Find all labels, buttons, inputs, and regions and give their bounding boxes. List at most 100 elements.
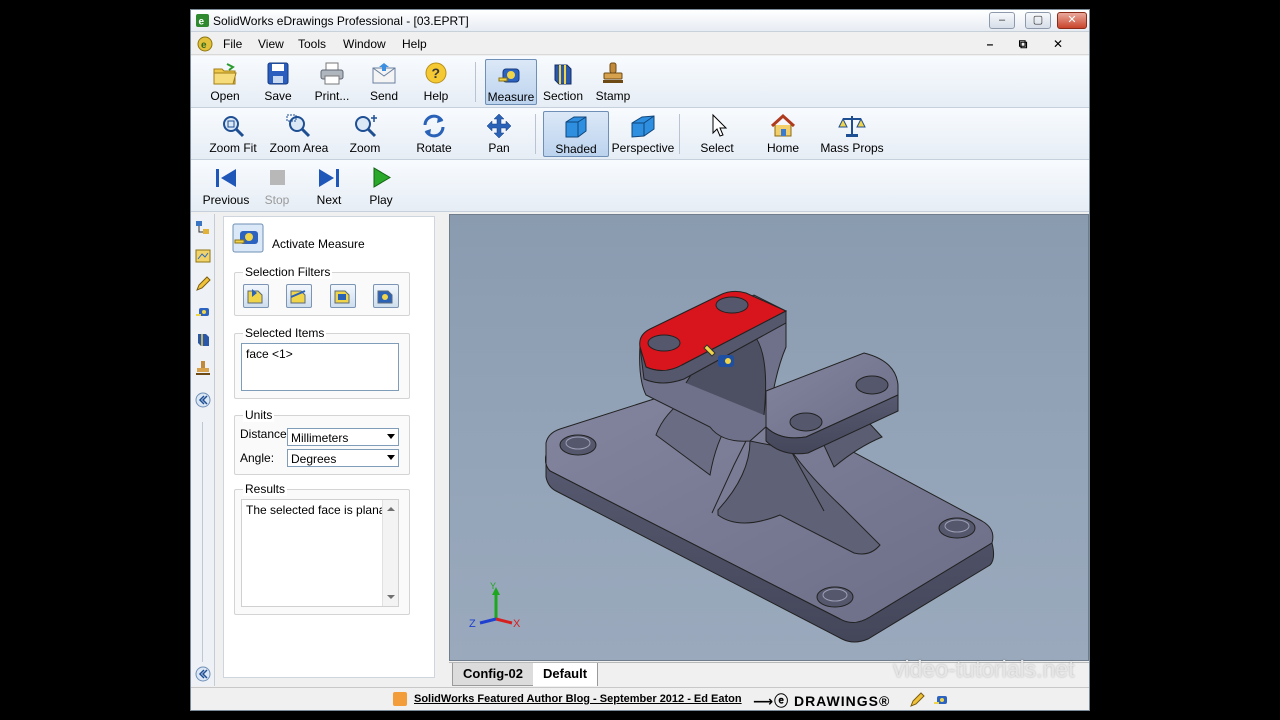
- activate-measure-icon[interactable]: [232, 223, 264, 253]
- stop-icon: [270, 170, 285, 185]
- markup-pencil-icon[interactable]: [195, 276, 211, 292]
- stamp-pane-icon[interactable]: [195, 360, 211, 376]
- filter-edge-button[interactable]: [286, 284, 312, 308]
- doc-restore-button[interactable]: ⧉: [1008, 37, 1038, 52]
- zoom-area-icon: [286, 114, 311, 138]
- collapse-pane-icon[interactable]: [195, 392, 211, 408]
- scroll-down-icon[interactable]: [387, 595, 395, 599]
- blog-link[interactable]: SolidWorks Featured Author Blog - Septem…: [414, 693, 742, 705]
- menu-file[interactable]: File: [223, 37, 242, 51]
- pan-button[interactable]: Pan: [479, 111, 519, 157]
- select-button[interactable]: Select: [695, 111, 739, 157]
- sheets-icon[interactable]: [195, 248, 211, 264]
- play-icon: [373, 167, 391, 188]
- stamp-button[interactable]: Stamp: [593, 59, 633, 105]
- shaded-button[interactable]: Shaded: [543, 111, 609, 157]
- units-group: Units Distance: Millimeters Angle: Degre…: [234, 408, 410, 475]
- menu-bar: e File View Tools Window Help – ⧉ ✕: [191, 33, 1089, 55]
- selected-items-group: Selected Items face <1>: [234, 326, 410, 399]
- markup-pencil-icon[interactable]: [909, 692, 925, 708]
- zoom-button[interactable]: Zoom: [343, 111, 387, 157]
- cursor-arrow-icon: [712, 113, 728, 137]
- filter-face-button[interactable]: [330, 284, 356, 308]
- stop-label: Stop: [264, 193, 290, 207]
- document-icon[interactable]: e: [197, 36, 213, 52]
- menu-window[interactable]: Window: [343, 37, 386, 51]
- distance-unit-select[interactable]: Millimeters: [287, 428, 399, 446]
- next-icon: [319, 169, 339, 187]
- results-text-box[interactable]: The selected face is planar.: [241, 499, 399, 607]
- angle-label: Angle:: [240, 451, 275, 465]
- toolbar-separator: [535, 114, 536, 154]
- help-question-icon: ?: [425, 62, 447, 84]
- selected-item[interactable]: face <1>: [246, 347, 394, 361]
- play-label: Play: [369, 193, 393, 207]
- svg-text:e: e: [201, 40, 207, 51]
- mass-props-label: Mass Props: [820, 141, 884, 155]
- envelope-icon: [372, 63, 396, 84]
- measure-pane-icon[interactable]: [195, 304, 211, 320]
- rotate-label: Rotate: [416, 141, 452, 155]
- pan-label: Pan: [488, 141, 510, 155]
- previous-button[interactable]: Previous: [201, 163, 251, 209]
- selection-filters-group: Selection Filters: [234, 265, 410, 316]
- mass-props-button[interactable]: Mass Props: [817, 111, 887, 157]
- results-title: Results: [243, 482, 288, 496]
- section-pane-icon[interactable]: [195, 332, 211, 348]
- scroll-up-icon[interactable]: [387, 507, 395, 511]
- close-button[interactable]: ✕: [1057, 12, 1087, 29]
- expand-pane-icon[interactable]: [195, 666, 211, 682]
- zoom-label: Zoom: [349, 141, 381, 155]
- menu-help[interactable]: Help: [402, 37, 427, 51]
- doc-close-button[interactable]: ✕: [1043, 37, 1073, 52]
- open-button[interactable]: Open: [201, 59, 249, 105]
- shaded-label: Shaded: [555, 142, 597, 156]
- zoom-fit-label: Zoom Fit: [209, 141, 257, 155]
- application-window: e SolidWorks eDrawings Professional - [0…: [190, 9, 1090, 711]
- toolbar-separator: [679, 114, 680, 154]
- menu-view[interactable]: View: [258, 37, 284, 51]
- play-button[interactable]: Play: [359, 163, 403, 209]
- perspective-button[interactable]: Perspective: [611, 111, 675, 157]
- section-button[interactable]: Section: [541, 59, 585, 105]
- zoom-fit-button[interactable]: Zoom Fit: [205, 111, 261, 157]
- next-button[interactable]: Next: [307, 163, 351, 209]
- rss-feed-icon[interactable]: [393, 692, 407, 706]
- results-scrollbar[interactable]: [382, 500, 398, 606]
- measure-button[interactable]: Measure: [485, 59, 537, 105]
- zoom-fit-icon: [223, 116, 245, 138]
- zoom-icon: [355, 115, 377, 138]
- part-model[interactable]: [450, 215, 1090, 662]
- tab-config-02[interactable]: Config-02: [452, 663, 534, 686]
- measure-status-icon[interactable]: [933, 692, 949, 708]
- send-button[interactable]: Send: [363, 59, 405, 105]
- window-title: SolidWorks eDrawings Professional - [03.…: [213, 14, 469, 28]
- zoom-area-button[interactable]: Zoom Area: [267, 111, 331, 157]
- filter-component-button[interactable]: [373, 284, 399, 308]
- maximize-button[interactable]: ▢: [1025, 12, 1051, 29]
- axis-triad-icon: X Z Y: [469, 581, 521, 630]
- stop-button[interactable]: Stop: [257, 163, 297, 209]
- selected-items-list[interactable]: face <1>: [241, 343, 399, 391]
- filter-vertex-button[interactable]: [243, 284, 269, 308]
- help-button[interactable]: ? Help: [415, 59, 457, 105]
- select-label: Select: [700, 141, 734, 155]
- save-button[interactable]: Save: [255, 59, 301, 105]
- rotate-button[interactable]: Rotate: [409, 111, 459, 157]
- graphics-viewport[interactable]: X Z Y: [449, 214, 1089, 661]
- home-button[interactable]: Home: [763, 111, 803, 157]
- minimize-button[interactable]: –: [989, 12, 1015, 29]
- print-button[interactable]: Print...: [307, 59, 357, 105]
- view-toolbar: Zoom Fit Zoom Area Zoom Rotate Pan Shade…: [191, 108, 1089, 160]
- doc-minimize-button[interactable]: –: [975, 37, 1005, 52]
- results-text: The selected face is planar.: [246, 503, 393, 517]
- print-label: Print...: [314, 89, 350, 103]
- selection-filters-title: Selection Filters: [243, 265, 333, 279]
- activate-measure-label[interactable]: Activate Measure: [272, 237, 365, 251]
- filter-face-icon: [334, 290, 350, 304]
- rotate-icon: [423, 114, 445, 138]
- angle-unit-select[interactable]: Degrees: [287, 449, 399, 467]
- tab-default[interactable]: Default: [533, 663, 599, 686]
- component-tree-icon[interactable]: [195, 220, 211, 236]
- menu-tools[interactable]: Tools: [298, 37, 326, 51]
